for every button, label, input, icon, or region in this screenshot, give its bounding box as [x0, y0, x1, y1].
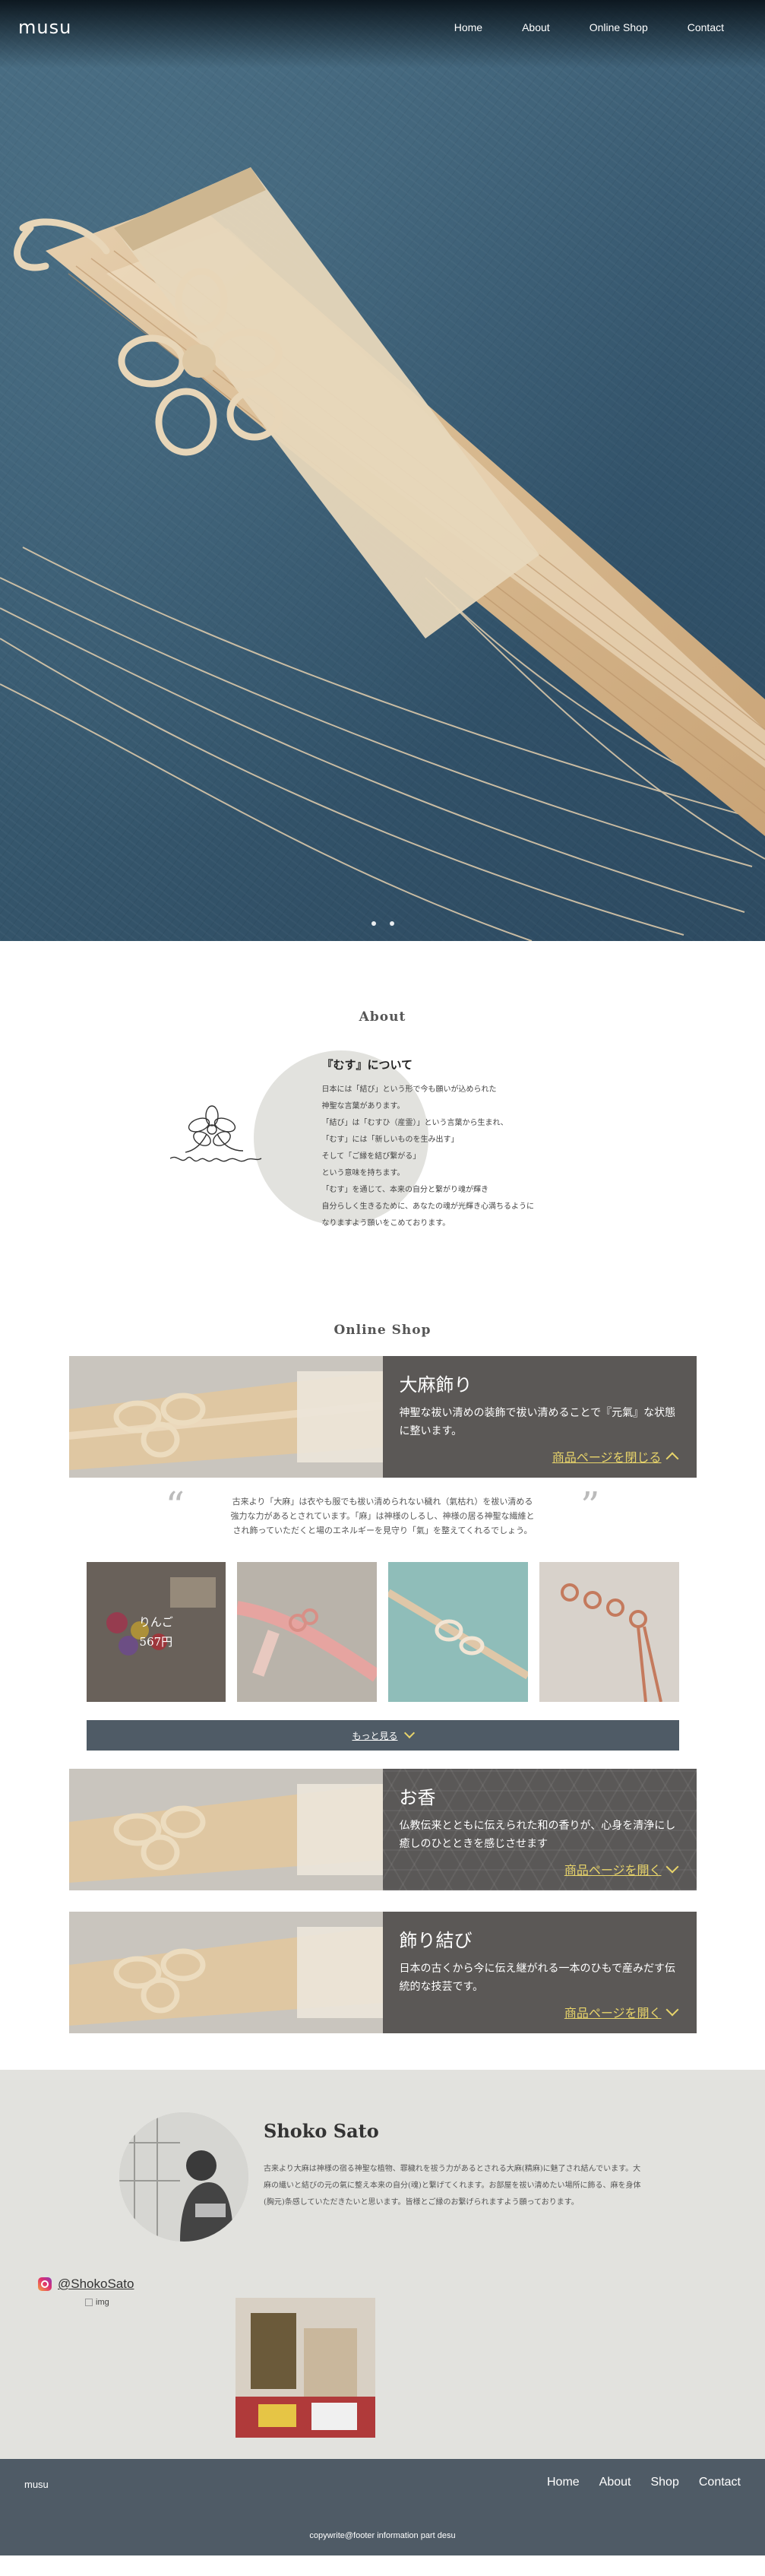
copyright-text: copywrite@footer information part desu: [309, 2531, 456, 2540]
hero-section: musu Home About Online Shop Contact: [0, 0, 765, 941]
thumbnail-caption: りんご 567円: [86, 1562, 226, 1702]
carousel-dot[interactable]: [389, 921, 394, 926]
main-nav: Home About Online Shop Contact: [415, 21, 724, 33]
product-quote: “ ” 古来より「大麻」は衣やも服でも祓い清められない穢れ（氣枯れ）を祓い清める…: [166, 1484, 600, 1538]
about-line: なりますよう願いをこめております。: [321, 1219, 450, 1228]
footer-nav-contact[interactable]: Contact: [699, 2476, 741, 2489]
shop-section: Online Shop 大麻飾り 神聖な祓い清めの装飾で祓い清めることで『元氣』…: [0, 1269, 765, 2033]
instagram-handle: @ShokoSato: [58, 2277, 134, 2291]
product-image: [68, 1769, 383, 1890]
site-footer: musu Home About Shop Contact copywrite@f…: [0, 2459, 765, 2555]
open-quote-icon: “: [165, 1484, 185, 1528]
product-thumbnail[interactable]: [539, 1562, 679, 1702]
quote-line: 古来より「大麻」は衣やも服でも祓い清められない穢れ（氣枯れ）を祓い清める: [232, 1497, 533, 1507]
thumbnail-name: りんご: [138, 1615, 173, 1629]
product-thumbnail[interactable]: りんご 567円: [86, 1562, 226, 1702]
close-product-link[interactable]: 商品ページを閉じる: [552, 1447, 678, 1465]
thumbnail-image: [237, 1562, 377, 1702]
instagram-post[interactable]: [236, 2298, 375, 2438]
bio-line: 古来より大麻は神様の宿る神聖な植物、罪穢れを祓う力があるとされる大麻(精麻)に魅…: [264, 2165, 641, 2173]
footer-logo[interactable]: musu: [24, 2479, 49, 2490]
product-thumbnails: りんご 567円: [86, 1562, 679, 1702]
show-more-button[interactable]: もっと見る: [86, 1720, 679, 1751]
carousel-dots: [0, 921, 765, 926]
about-line: という意味を持ちます。: [321, 1169, 405, 1177]
avatar: [119, 2112, 248, 2242]
product-panel: お香 仏教伝来とともに伝えられた和の香りが、心身を清浄にし癒しのひとときを感じさ…: [383, 1769, 697, 1890]
bio-line: 麻の繊いと結びの元の氣に整え本来の自分(魂)と繋げてくれます。お部屋を祓い清めた…: [264, 2182, 641, 2190]
chevron-up-icon: [665, 1452, 678, 1465]
about-line: 「むす」には「新しいものを生み出す」: [321, 1136, 459, 1144]
product-thumbnail[interactable]: [237, 1562, 377, 1702]
nav-about[interactable]: About: [522, 21, 550, 33]
close-quote-icon: ”: [580, 1484, 600, 1528]
show-more-label: もっと見る: [352, 1730, 398, 1741]
nav-online-shop[interactable]: Online Shop: [590, 21, 648, 33]
footer-nav-shop[interactable]: Shop: [650, 2476, 678, 2489]
broken-image: img: [85, 2298, 109, 2307]
quote-line: され飾っていただくと場のエネルギーを見守り「氣」を整えてくれるでしょう。: [232, 1526, 533, 1535]
about-heading: 『むす』について: [321, 1058, 413, 1072]
about-line: 「結び」は「むすひ（産霊）」という言葉から生まれ、: [321, 1119, 508, 1127]
about-text: 『むす』について 日本には「結び」という形で今も願いが込められた 神聖な言葉があ…: [322, 1057, 565, 1232]
chevron-down-icon: [403, 1727, 415, 1739]
about-section: About 『むす』について 日本には「結び」という形で今も願いが込められた 神…: [0, 941, 765, 1269]
product-description: 仏教伝来とともに伝えられた和の香りが、心身を清浄にし癒しのひとときを感じさせます: [399, 1820, 676, 1850]
carousel-dot[interactable]: [371, 921, 376, 926]
chevron-down-icon: [665, 1860, 678, 1874]
about-content: 『むす』について 日本には「結び」という形で今も願いが込められた 神聖な言葉があ…: [169, 1050, 596, 1271]
site-header: musu Home About Online Shop Contact: [0, 0, 765, 55]
product-card: お香 仏教伝来とともに伝えられた和の香りが、心身を清浄にし癒しのひとときを感じさ…: [68, 1769, 697, 1890]
about-line: そして「ご縁を結び繋がる」: [321, 1152, 421, 1161]
product-description: 神聖な祓い清めの装飾で祓い清めることで『元氣』な状態に整います。: [399, 1407, 676, 1437]
instagram-icon: [38, 2277, 52, 2291]
nav-home[interactable]: Home: [454, 21, 482, 33]
product-link-label: 商品ページを開く: [564, 2006, 662, 2020]
product-name: お香: [399, 1787, 436, 1808]
hero-image: [0, 167, 765, 941]
bio-line: (胸元)条感していただきたいと思います。皆様とご縁のお繋げられますよう願っており…: [264, 2198, 579, 2207]
site-logo[interactable]: musu: [18, 17, 71, 38]
open-product-link[interactable]: 商品ページを開く: [564, 1860, 678, 1878]
product-card: 飾り結び 日本の古くから今に伝え継がれる一本のひもで産みだす伝統的な技芸です。 …: [68, 1912, 697, 2033]
footer-nav-about[interactable]: About: [599, 2476, 631, 2489]
profile-name: Shoko Sato: [264, 2120, 379, 2142]
musu-logo: [169, 1105, 261, 1162]
profile-section: Shoko Sato 古来より大麻は神様の宿る神聖な植物、罪穢れを祓う力があると…: [0, 2070, 765, 2459]
footer-nav-home[interactable]: Home: [547, 2476, 580, 2489]
product-name: 大麻飾り: [399, 1374, 473, 1396]
about-line: 日本には「結び」という形で今も願いが込められた: [321, 1085, 497, 1094]
product-panel: 大麻飾り 神聖な祓い清めの装飾で祓い清めることで『元氣』な状態に整います。 商品…: [382, 1356, 697, 1478]
product-link-label: 商品ページを閉じる: [552, 1450, 662, 1465]
broken-image-alt: img: [96, 2298, 109, 2307]
broken-image-icon: [85, 2299, 93, 2306]
product-image: [68, 1356, 383, 1478]
footer-nav: Home About Shop Contact: [547, 2476, 741, 2489]
instagram-link[interactable]: @ShokoSato: [38, 2277, 134, 2292]
product-thumbnail[interactable]: [388, 1562, 528, 1702]
product-name: 飾り結び: [399, 1930, 473, 1951]
thumbnail-image: [539, 1562, 679, 1702]
about-line: 自分らしく生きるために、あなたの魂が光輝き心満ちるように: [321, 1202, 535, 1211]
thumbnail-image: [388, 1562, 528, 1702]
profile-bio: 古来より大麻は神様の宿る神聖な植物、罪穢れを祓う力があるとされる大麻(精麻)に魅…: [264, 2161, 647, 2211]
thumbnail-price: 567円: [139, 1635, 173, 1649]
product-image: [68, 1912, 383, 2033]
chevron-down-icon: [665, 2003, 678, 2017]
quote-line: 強力な力があるとされています。「麻」は神様のしるし、神様の居る神聖な繊維と: [230, 1511, 535, 1521]
product-description: 日本の古くから今に伝え継がれる一本のひもで産みだす伝統的な技芸です。: [399, 1963, 675, 1993]
product-card: 大麻飾り 神聖な祓い清めの装飾で祓い清めることで『元氣』な状態に整います。 商品…: [68, 1356, 697, 1478]
shop-title: Online Shop: [334, 1323, 431, 1338]
open-product-link[interactable]: 商品ページを開く: [564, 2003, 678, 2021]
product-panel: 飾り結び 日本の古くから今に伝え継がれる一本のひもで産みだす伝統的な技芸です。 …: [382, 1912, 697, 2033]
product-link-label: 商品ページを開く: [564, 1863, 662, 1877]
nav-contact[interactable]: Contact: [688, 21, 724, 33]
about-line: 「むす」を通じて、本来の自分と繋がり魂が輝き: [321, 1186, 489, 1194]
about-title: About: [359, 1009, 406, 1025]
about-line: 神聖な言葉があります。: [321, 1102, 405, 1111]
